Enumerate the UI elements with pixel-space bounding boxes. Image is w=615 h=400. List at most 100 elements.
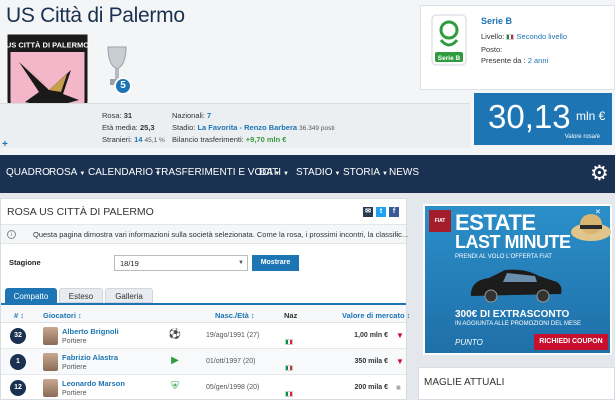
column-nationality: Naz	[284, 311, 298, 320]
info-row[interactable]: i Questa pagina dimostra vari informazio…	[1, 224, 409, 244]
foreigners-percent: 45,1 %	[144, 137, 165, 144]
email-share-icon[interactable]: ✉	[363, 207, 373, 217]
nav-item-label: STADIO	[296, 167, 333, 178]
main-nav: QUADRO ROSA ▼ CALENDARIO ▼ TRASFERIMENTI E…	[0, 155, 615, 193]
squad-size-stat: Rosa: 31	[102, 111, 132, 120]
tab-esteso[interactable]: Esteso	[59, 288, 103, 303]
stadium-stat: Stadio: La Favorita - Renzo Barbera 36.3…	[172, 123, 335, 132]
trend-neutral-icon: ■	[396, 383, 401, 392]
foreigners-stat: Stranieri: 14 45,1 %	[102, 135, 165, 144]
league-since-label: Presente da :	[481, 56, 526, 65]
crest-lettering: US CITTÀ DI PALERMO	[6, 41, 89, 50]
player-market-value[interactable]: 200 mila €	[355, 384, 388, 391]
column-birth[interactable]: Nasc./Età ↕	[215, 311, 255, 320]
player-birth: 05/gen/1998 (20)	[206, 384, 260, 391]
squad-panel-title: ROSA US CITTÀ DI PALERMO	[7, 206, 154, 218]
league-since-value[interactable]: 2 anni	[528, 56, 548, 65]
column-number[interactable]: # ↕	[14, 311, 24, 320]
column-number-label: #	[14, 311, 19, 320]
column-market-value[interactable]: Valore di mercato ↕	[342, 311, 410, 320]
advertisement-banner[interactable]: FIAT ESTATE LAST MINUTE PRENDI AL VOLO L…	[423, 204, 612, 355]
gear-icon[interactable]: ⚙	[590, 163, 609, 184]
foreigners-value[interactable]: 14	[134, 135, 142, 144]
sort-icon: ↕	[406, 311, 411, 320]
transfer-balance-label: Bilancio trasferimenti:	[172, 135, 244, 144]
previous-club-icon[interactable]: ⛨	[167, 379, 183, 395]
player-market-value[interactable]: 1,00 mln €	[354, 332, 388, 339]
club-header: US Città di Palermo US CITTÀ DI PALERMO …	[0, 0, 615, 155]
nav-item-label: QUADRO	[6, 167, 50, 178]
nav-item-news[interactable]: NEWS	[389, 167, 419, 178]
nav-item-label: ROSA	[49, 167, 78, 178]
caret-down-icon: ▼	[283, 171, 289, 177]
internationals-value[interactable]: 7	[207, 111, 211, 120]
info-text: Questa pagina dimostra vari informazioni…	[33, 230, 409, 239]
league-info-box: Serie B Serie B Livello: Secondo livello…	[420, 5, 615, 90]
average-age-stat: Età media: 25,3	[102, 123, 155, 132]
ad-title-line2: LAST MINUTE	[455, 232, 571, 252]
league-level: Livello: Secondo livello	[481, 32, 567, 41]
market-value-unit: mln €	[576, 109, 606, 123]
tab-galleria[interactable]: Galleria	[105, 288, 153, 303]
transfer-balance-value[interactable]: +9,70 mln €	[246, 135, 287, 144]
previous-club-icon[interactable]: ▶	[167, 353, 183, 369]
player-photo[interactable]	[43, 379, 58, 397]
player-photo[interactable]	[43, 327, 58, 345]
squad-panel: ROSA US CITTÀ DI PALERMO ✉ t f i Questa …	[0, 198, 410, 400]
player-position: Portiere	[62, 338, 87, 345]
league-name[interactable]: Serie B	[481, 16, 512, 26]
club-stats: Rosa: 31 Età media: 25,3 Stranieri: 14 4…	[0, 103, 470, 148]
transfer-balance-stat: Bilancio trasferimenti: +9,70 mln €	[172, 135, 286, 144]
ad-close-icon[interactable]: ✕	[595, 208, 601, 216]
season-select[interactable]: 18/19	[114, 255, 248, 271]
nationality-flag-icon	[285, 385, 293, 400]
stadium-label: Stadio:	[172, 123, 196, 132]
market-value-box[interactable]: 30,13 mln € Valore rosa/e	[474, 93, 612, 145]
player-name-link[interactable]: Fabrizio Alastra	[62, 353, 118, 362]
league-position: Posto:	[481, 45, 502, 54]
show-button[interactable]: Mostrare	[252, 255, 299, 271]
trophy-count-badge[interactable]: 5	[114, 77, 132, 95]
league-level-value[interactable]: Secondo livello	[517, 32, 567, 41]
nav-item-stadio[interactable]: STADIO ▼	[296, 167, 340, 178]
facebook-share-icon[interactable]: f	[389, 207, 399, 217]
squad-table-header: # ↕ Giocatori ↕ Nasc./Età ↕ Naz Valore d…	[1, 303, 410, 323]
market-value-amount: 30,13	[488, 98, 571, 135]
expand-plus-icon[interactable]: +	[2, 139, 8, 150]
nav-item-dati[interactable]: DATI ▼	[259, 167, 289, 178]
player-photo[interactable]	[43, 353, 58, 371]
column-player[interactable]: Giocatori ↕	[43, 311, 82, 320]
table-row: 1 Fabrizio Alastra Portiere ▶ 01/ott/199…	[1, 349, 406, 375]
stadium-seats: 36.349 posti	[299, 125, 335, 132]
nav-item-storia[interactable]: STORIA ▼	[343, 167, 388, 178]
previous-club-icon[interactable]: ⚽	[167, 327, 183, 343]
season-label: Stagione	[9, 258, 41, 267]
nav-item-label: DATI	[259, 167, 282, 178]
serie-b-logo[interactable]: Serie B	[431, 14, 467, 66]
twitter-share-icon[interactable]: t	[376, 207, 386, 217]
player-name-link[interactable]: Alberto Brignoli	[62, 327, 119, 336]
ad-coupon-button[interactable]: RICHIEDI COUPON	[534, 334, 608, 350]
player-market-value[interactable]: 350 mila €	[355, 358, 388, 365]
average-age-label: Età media:	[102, 123, 138, 132]
squad-size-value: 31	[123, 111, 133, 120]
dropdown-arrow-icon[interactable]: ▼	[238, 260, 244, 266]
nav-item-label: CALENDARIO	[88, 167, 154, 178]
nav-item-rosa[interactable]: ROSA ▼	[49, 167, 85, 178]
nav-item-quadro[interactable]: QUADRO	[6, 167, 50, 178]
stadium-link[interactable]: La Favorita - Renzo Barbera	[197, 123, 297, 132]
player-name-link[interactable]: Leonardo Marson	[62, 379, 125, 388]
ad-price: 300€ DI EXTRASCONTO	[455, 309, 570, 320]
column-player-label: Giocatori	[43, 311, 76, 320]
nav-item-label: TRASFERIMENTI E VOCI	[155, 167, 273, 178]
nav-item-label: STORIA	[343, 167, 381, 178]
caret-down-icon: ▼	[334, 171, 341, 177]
chevron-down-icon[interactable]: ⌄	[393, 228, 401, 239]
info-icon: i	[7, 230, 16, 239]
caret-down-icon: ▼	[382, 171, 388, 177]
current-kits-title: MAGLIE ATTUALI	[424, 377, 505, 388]
nav-item-calendario[interactable]: CALENDARIO ▼	[88, 167, 161, 178]
player-position: Portiere	[62, 364, 87, 371]
player-birth: 01/ott/1997 (20)	[206, 358, 256, 365]
tab-compatto[interactable]: Compatto	[5, 288, 57, 303]
